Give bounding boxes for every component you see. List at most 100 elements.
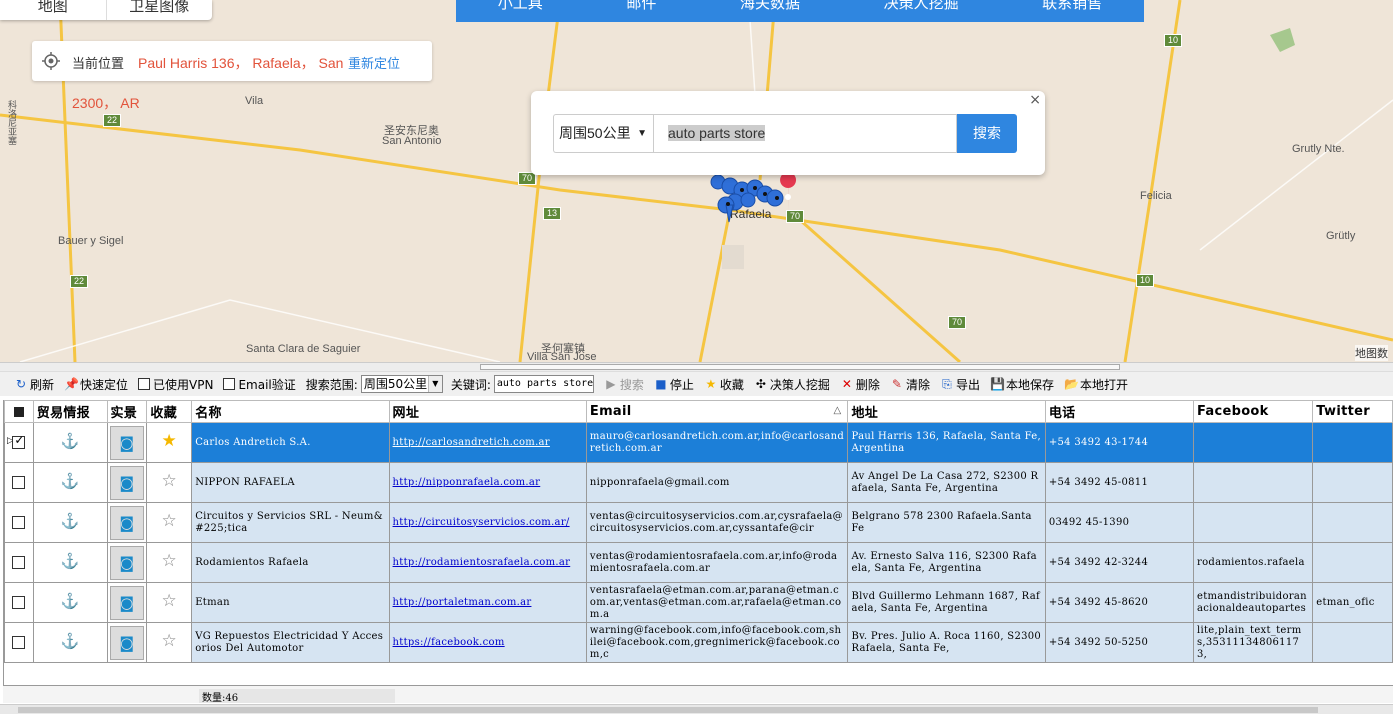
table-row[interactable]: ⚓ ◙ ☆ Circuitos y Servicios SRL - Neum&#225… — [4, 502, 1393, 543]
scrollbar-thumb[interactable] — [18, 707, 1318, 713]
row-indicator[interactable] — [4, 582, 34, 623]
results-grid[interactable]: 贸易情报 实景 收藏 名称 网址 Email △ 地址 电话 Facebook T… — [3, 400, 1393, 685]
url-link[interactable]: http://carlosandretich.com.ar — [393, 437, 550, 448]
anchor-icon[interactable]: ⚓ — [61, 552, 80, 570]
export-button[interactable]: ⎘ 导出 — [940, 374, 980, 394]
favorite-cell[interactable]: ☆ — [146, 542, 193, 583]
save-local-button[interactable]: 💾 本地保存 — [990, 374, 1054, 394]
favorite-cell[interactable]: ☆ — [146, 622, 193, 663]
star-icon[interactable]: ☆ — [162, 511, 178, 531]
url-link[interactable]: http://nipponrafaela.com.ar — [393, 477, 541, 488]
favorite-cell[interactable]: ★ — [146, 422, 193, 463]
keyword-input[interactable]: auto parts store — [493, 375, 594, 393]
street-view-icon[interactable]: ◙ — [109, 465, 144, 500]
star-icon[interactable]: ☆ — [162, 591, 178, 611]
search-input[interactable]: auto parts store — [653, 114, 957, 153]
nav-tools[interactable]: 小工具 — [498, 0, 543, 22]
url-link[interactable]: http://portaletman.com.ar — [393, 597, 532, 608]
anchor-icon[interactable]: ⚓ — [61, 432, 80, 450]
table-row[interactable]: ⚓ ◙ ☆ Etman http://portaletman.com.ar ventasr… — [4, 582, 1393, 623]
url-link[interactable]: http://circuitosyservicios.com.ar/ — [393, 517, 570, 528]
row-indicator[interactable] — [4, 622, 34, 663]
row-indicator[interactable] — [4, 502, 34, 543]
street-view-icon[interactable]: ◙ — [109, 505, 144, 540]
nav-mail[interactable]: 邮件 — [626, 0, 656, 22]
checkbox[interactable] — [223, 378, 236, 390]
quick-locate-button[interactable]: 📌 快速定位 — [64, 374, 128, 394]
trade-intel-cell[interactable]: ⚓ — [32, 502, 108, 543]
table-row[interactable]: ⚓ ◙ ☆ NIPPON RAFAELA http://nipponrafaela.co… — [4, 462, 1393, 503]
star-icon[interactable]: ☆ — [162, 551, 178, 571]
scene-cell[interactable]: ◙ — [106, 542, 148, 583]
row-indicator[interactable]: ▷ — [4, 422, 34, 463]
horizontal-scrollbar[interactable] — [0, 704, 1393, 714]
street-view-icon[interactable]: ◙ — [109, 625, 144, 660]
url-link[interactable]: https://facebook.com — [393, 637, 505, 648]
table-row[interactable]: ⚓ ◙ ☆ Rodamientos Rafaela http://rodamientos… — [4, 542, 1393, 583]
header-facebook[interactable]: Facebook — [1192, 400, 1314, 423]
email-verify-checkbox[interactable]: Email验证 — [223, 374, 296, 394]
street-view-icon[interactable]: ◙ — [109, 545, 144, 580]
select-all-checkbox[interactable] — [13, 406, 24, 417]
scene-cell[interactable]: ◙ — [106, 422, 148, 463]
decision-maker-button[interactable]: ✣ 决策人挖掘 — [754, 374, 830, 394]
map-type-switch[interactable]: 地图 卫星图像 — [0, 0, 212, 20]
scene-cell[interactable]: ◙ — [106, 462, 148, 503]
favorite-cell[interactable]: ☆ — [146, 502, 193, 543]
row-checkbox[interactable] — [12, 596, 26, 609]
star-icon[interactable]: ☆ — [162, 471, 178, 491]
close-icon[interactable]: × — [1029, 92, 1041, 108]
header-address[interactable]: 地址 — [847, 400, 1046, 423]
splitter-handle[interactable] — [0, 362, 1393, 372]
nav-contact-sales[interactable]: 联系销售 — [1042, 0, 1102, 22]
trade-intel-cell[interactable]: ⚓ — [32, 462, 108, 503]
row-checkbox[interactable] — [12, 476, 26, 489]
star-icon[interactable]: ★ — [162, 431, 178, 451]
relocate-link[interactable]: 重新定位 — [348, 53, 400, 72]
table-row[interactable]: ⚓ ◙ ☆ VG Repuestos Electricidad Y Accesorio… — [4, 622, 1393, 663]
street-view-icon[interactable]: ◙ — [109, 425, 144, 460]
header-select-all[interactable] — [4, 400, 34, 423]
nav-decision-maker[interactable]: 决策人挖掘 — [884, 0, 959, 22]
nav-customs[interactable]: 海关数据 — [740, 0, 800, 22]
trade-intel-cell[interactable]: ⚓ — [32, 582, 108, 623]
scene-cell[interactable]: ◙ — [106, 622, 148, 663]
url-link[interactable]: http://rodamientosrafaela.com.ar — [393, 557, 571, 568]
delete-button[interactable]: ✕ 删除 — [840, 374, 880, 394]
trade-intel-cell[interactable]: ⚓ — [32, 622, 108, 663]
star-icon[interactable]: ☆ — [162, 631, 178, 651]
row-checkbox[interactable] — [12, 516, 26, 529]
vpn-checkbox[interactable]: 已使用VPN — [138, 374, 213, 394]
header-trade-intel[interactable]: 贸易情报 — [32, 400, 108, 423]
scene-cell[interactable]: ◙ — [106, 582, 148, 623]
tab-satellite[interactable]: 卫星图像 — [107, 0, 213, 20]
search-toolbar-button[interactable]: ▶ 搜索 — [604, 374, 644, 394]
header-email[interactable]: Email △ — [585, 400, 849, 423]
clear-button[interactable]: ✎ 清除 — [890, 374, 930, 394]
anchor-icon[interactable]: ⚓ — [61, 512, 80, 530]
trade-intel-cell[interactable]: ⚓ — [32, 422, 108, 463]
header-twitter[interactable]: Twitter — [1312, 400, 1393, 423]
checkbox[interactable] — [138, 378, 151, 390]
refresh-button[interactable]: ↻ 刷新 — [14, 374, 54, 394]
row-checkbox[interactable] — [12, 636, 26, 649]
search-button[interactable]: 搜索 — [957, 114, 1017, 153]
tab-map[interactable]: 地图 — [0, 0, 107, 20]
row-indicator[interactable] — [4, 462, 34, 503]
header-phone[interactable]: 电话 — [1044, 400, 1194, 423]
header-name[interactable]: 名称 — [191, 400, 390, 423]
row-indicator[interactable] — [4, 542, 34, 583]
anchor-icon[interactable]: ⚓ — [61, 632, 80, 650]
favorite-cell[interactable]: ☆ — [146, 582, 193, 623]
header-url[interactable]: 网址 — [388, 400, 587, 423]
street-view-icon[interactable]: ◙ — [109, 585, 144, 620]
favorite-cell[interactable]: ☆ — [146, 462, 193, 503]
trade-intel-cell[interactable]: ⚓ — [32, 542, 108, 583]
anchor-icon[interactable]: ⚓ — [61, 592, 80, 610]
favorite-button[interactable]: ★ 收藏 — [704, 374, 744, 394]
anchor-icon[interactable]: ⚓ — [61, 472, 80, 490]
range-dropdown[interactable]: 周围50公里 ▼ — [360, 375, 443, 393]
scene-cell[interactable]: ◙ — [106, 502, 148, 543]
table-row[interactable]: ▷ ⚓ ◙ ★ Carlos Andretich S.A.http://carlosan… — [4, 422, 1393, 463]
header-scene[interactable]: 实景 — [106, 400, 148, 423]
